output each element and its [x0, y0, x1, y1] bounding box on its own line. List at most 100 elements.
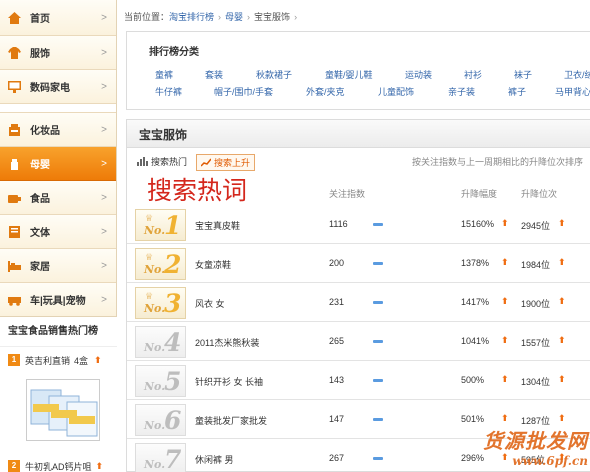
category-link[interactable]: 儿童配饰 [378, 85, 414, 98]
hot-item-name[interactable]: 英吉利直销 [25, 354, 70, 367]
bed-icon [8, 260, 21, 272]
sidebar-item[interactable]: 家居 > [0, 249, 116, 283]
chevron-right-icon: > [101, 260, 107, 271]
category-link[interactable]: 亲子装 [448, 85, 475, 98]
sidebar-item-label: 首页 [30, 14, 50, 25]
hot-sales-item[interactable]: 2 牛初乳AD钙片咀 ⬆ [0, 457, 103, 472]
tab-search-hot[interactable]: 搜索热门 [137, 155, 187, 168]
hot-item-name[interactable]: 牛初乳AD钙片咀 [25, 460, 92, 472]
category-link[interactable]: 马甲背心 [555, 85, 590, 98]
category-link[interactable]: 童裤 [155, 68, 173, 81]
rise-value: 1417% [461, 297, 490, 307]
up-arrow-icon: ⬆ [501, 374, 509, 384]
sidebar-item[interactable]: 化妆品 > [0, 113, 116, 147]
sidebar-item[interactable]: 数码家电 > [0, 70, 116, 104]
chevron-right-icon: > [101, 47, 107, 58]
attention-value: 1116 [329, 219, 348, 229]
keyword-link[interactable]: 童装批发厂家批发 [195, 414, 267, 427]
tab-search-rise-label: 搜索上升 [214, 158, 251, 168]
position-change-value: 1557位 [521, 338, 551, 348]
category-link[interactable]: 套装 [205, 68, 223, 81]
rank-badge-number: 4 [164, 328, 182, 357]
rank-badge-number: 1 [164, 211, 182, 240]
table-row: ♕ No. 2 女童凉鞋 200 1378% ⬆ 1984位 ⬆ [127, 244, 590, 283]
rank-badge-prefix: No. [144, 263, 166, 276]
up-arrow-icon: ⬆ [558, 296, 566, 306]
trend-flat-icon [373, 262, 383, 265]
category-link[interactable]: 秋款裙子 [256, 68, 292, 81]
trend-flat-icon [373, 301, 383, 304]
keyword-link[interactable]: 2011杰米熊秋装 [195, 336, 259, 349]
crown-icon: ♕ [145, 252, 154, 262]
table-row: No. 5 针织开衫 女 长袖 143 500% ⬆ 1304位 ⬆ [127, 361, 590, 400]
rank-badge-number: 5 [164, 367, 182, 396]
sidebar-item-label: 母婴 [30, 160, 50, 171]
category-link[interactable]: 外套/夹克 [306, 85, 345, 98]
milk-box-illustration [30, 389, 98, 437]
up-arrow-icon: ⬆ [558, 413, 566, 423]
rank-badge: ♕ No. 1 [135, 209, 186, 241]
sidebar-item[interactable]: 车|玩具|宠物 > [0, 283, 116, 317]
rank-number: 2 [8, 460, 20, 472]
monitor-icon [8, 80, 21, 93]
rise-value: 1378% [461, 258, 490, 268]
table-row: ♕ No. 3 风衣 女 231 1417% ⬆ 1900位 ⬆ [127, 283, 590, 322]
keyword-link[interactable]: 风衣 女 [195, 297, 225, 310]
rank-badge: No. 6 [135, 404, 186, 436]
food-icon [8, 194, 21, 203]
hot-sales-item[interactable]: 1 英吉利直销 4盒 ⬆ [0, 351, 117, 369]
chevron-right-icon: > [101, 12, 107, 23]
sidebar-item[interactable]: 首页 > [0, 0, 116, 36]
rank-badge: ♕ No. 3 [135, 287, 186, 319]
breadcrumb-link-mother-baby[interactable]: 母婴 [225, 12, 243, 22]
trend-flat-icon [373, 379, 383, 382]
sidebar-item[interactable]: 母婴 > [0, 147, 116, 181]
sidebar-item-label: 化妆品 [30, 126, 60, 137]
rank-badge-prefix: No. [144, 380, 166, 393]
trend-flat-icon [373, 340, 383, 343]
trend-flat-icon [373, 457, 383, 460]
breadcrumb-link-ranking[interactable]: 淘宝排行榜 [169, 12, 214, 22]
keyword-link[interactable]: 宝宝真皮鞋 [195, 219, 240, 232]
position-change-value: 2945位 [521, 221, 551, 231]
attention-value: 265 [329, 336, 345, 346]
table-row: No. 7 休闲裤 男 267 296% ⬆ 595位 ⬆ [127, 439, 590, 472]
up-arrow-icon: ⬆ [501, 413, 509, 423]
keyword-link[interactable]: 针织开衫 女 长袖 [195, 375, 263, 388]
hot-sales-title: 宝宝食品销售热门榜 [0, 317, 117, 347]
sidebar-item-label: 车|玩具|宠物 [30, 296, 86, 307]
hot-sales-box: 宝宝食品销售热门榜 1 英吉利直销 4盒 ⬆ 2 牛初乳AD钙片咀 ⬆ [0, 316, 117, 472]
column-header-position: 升降位次 [521, 189, 558, 199]
home-icon [8, 11, 21, 24]
rise-chart-icon [201, 158, 211, 167]
category-link[interactable]: 牛仔裤 [155, 85, 182, 98]
sidebar-item[interactable]: 服饰 > [0, 36, 116, 70]
rank-badge-prefix: No. [144, 419, 166, 432]
up-arrow-icon: ⬆ [501, 296, 509, 306]
sidebar-item-label: 服饰 [30, 49, 50, 60]
sidebar-item[interactable]: 食品 > [0, 181, 116, 215]
sidebar-item[interactable]: 文体 > [0, 215, 116, 249]
category-link[interactable]: 卫衣/绒衫 [564, 68, 590, 81]
chevron-right-icon: > [101, 192, 107, 203]
category-link[interactable]: 裤子 [508, 85, 526, 98]
table-row: No. 4 2011杰米熊秋装 265 1041% ⬆ 1557位 ⬆ [127, 322, 590, 361]
category-link[interactable]: 衬衫 [464, 68, 482, 81]
up-arrow-icon: ⬆ [501, 335, 509, 345]
table-row: ♕ No. 1 宝宝真皮鞋 1116 15160% ⬆ 2945位 ⬆ [127, 205, 590, 244]
product-image[interactable] [26, 379, 100, 441]
category-link[interactable]: 袜子 [514, 68, 532, 81]
sidebar-item-label: 食品 [30, 194, 50, 205]
chevron-right-icon: > [101, 124, 107, 135]
rank-badge-prefix: No. [144, 341, 166, 354]
category-link[interactable]: 运动装 [405, 68, 432, 81]
category-link[interactable]: 帽子/围巾/手套 [214, 85, 273, 98]
keyword-link[interactable]: 女童凉鞋 [195, 258, 231, 271]
tab-search-hot-label: 搜索热门 [151, 157, 188, 167]
category-link[interactable]: 童鞋/婴儿鞋 [325, 68, 373, 81]
up-arrow-icon: ⬆ [95, 460, 104, 471]
hot-item-count: 4盒 [74, 355, 89, 366]
breadcrumb-separator: › [218, 12, 222, 22]
keyword-link[interactable]: 休闲裤 男 [195, 453, 234, 466]
tab-search-rise[interactable]: 搜索上升 [196, 154, 256, 171]
